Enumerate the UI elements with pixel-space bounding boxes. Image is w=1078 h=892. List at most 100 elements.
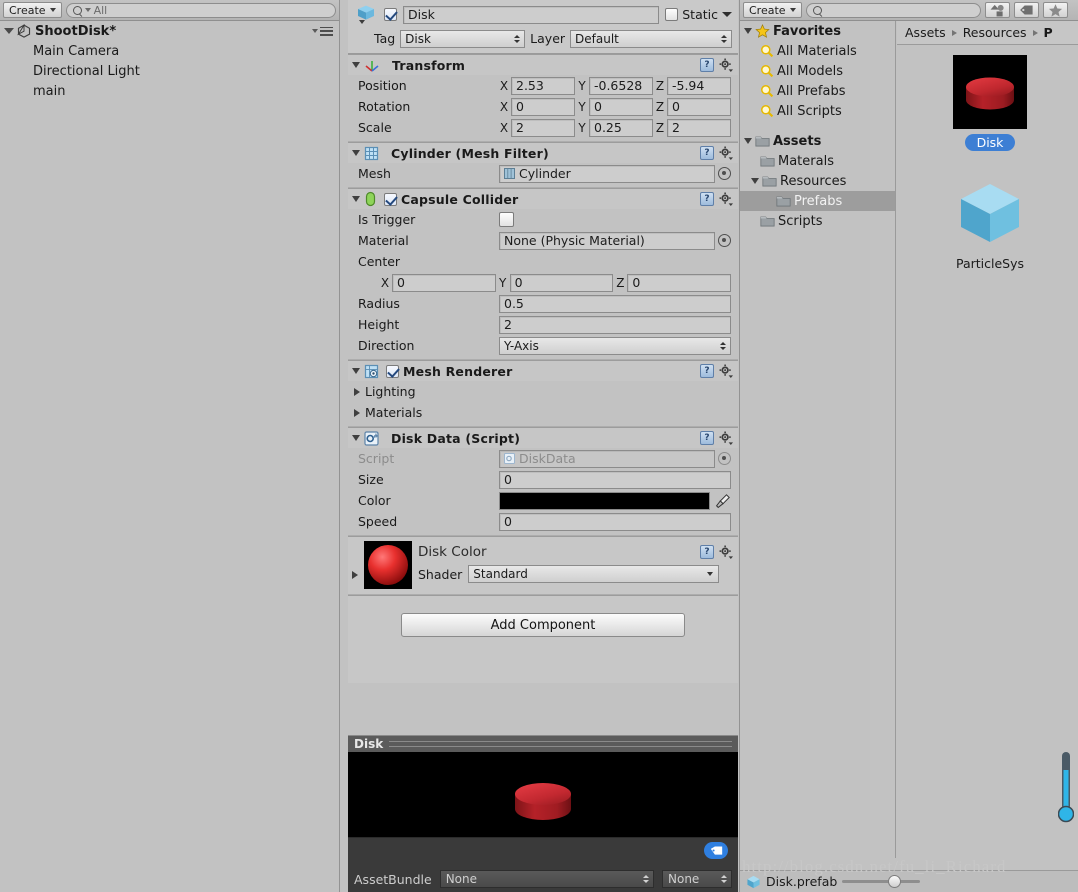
- asset-item-disk[interactable]: Disk: [942, 55, 1038, 151]
- hierarchy-create-button[interactable]: Create: [3, 2, 62, 18]
- tree-item-materals[interactable]: Materals: [740, 151, 895, 171]
- position-x-input[interactable]: 2.53: [511, 76, 575, 95]
- position-y-input[interactable]: -0.6528: [589, 76, 653, 95]
- hierarchy-item-main[interactable]: main: [0, 81, 339, 101]
- rotation-y-input[interactable]: 0: [589, 97, 653, 116]
- project-search-input[interactable]: [805, 2, 981, 18]
- scale-x-input[interactable]: 2: [511, 118, 575, 137]
- filter-by-type-button[interactable]: [984, 2, 1010, 18]
- tag-dropdown[interactable]: Disk: [400, 29, 526, 48]
- breadcrumb-prefabs[interactable]: P: [1044, 25, 1053, 40]
- project-create-button[interactable]: Create: [743, 2, 802, 18]
- gear-icon[interactable]: [719, 431, 733, 445]
- height-input[interactable]: 2: [499, 315, 731, 334]
- static-checkbox[interactable]: [665, 8, 679, 21]
- assetbundle-dropdown[interactable]: None: [439, 870, 654, 888]
- breadcrumb-resources[interactable]: Resources: [963, 25, 1027, 40]
- chevron-down-icon[interactable]: [722, 12, 732, 17]
- capsule-collider-enabled-checkbox[interactable]: [384, 192, 397, 206]
- hierarchy-options-menu[interactable]: [312, 26, 333, 36]
- gameobject-name-input[interactable]: Disk: [403, 5, 660, 24]
- asset-labels-button[interactable]: [704, 842, 728, 859]
- hierarchy-item-directional-light[interactable]: Directional Light: [0, 61, 339, 81]
- hierarchy-scene-row[interactable]: ShootDisk*: [0, 21, 339, 41]
- transform-header[interactable]: Transform ?: [348, 55, 738, 75]
- filter-by-label-button[interactable]: [1013, 2, 1039, 18]
- help-icon[interactable]: ?: [700, 364, 714, 378]
- gear-icon[interactable]: [719, 192, 733, 206]
- center-y-input[interactable]: 0: [509, 273, 614, 292]
- center-z-input[interactable]: 0: [627, 273, 732, 292]
- tree-item-all-materials[interactable]: All Materials: [740, 41, 895, 61]
- object-picker-icon[interactable]: [718, 167, 731, 180]
- layer-dropdown[interactable]: Default: [570, 29, 732, 48]
- tree-item-label: All Materials: [777, 43, 857, 59]
- rotation-x-input[interactable]: 0: [511, 97, 575, 116]
- tree-item-resources[interactable]: Resources: [740, 171, 895, 191]
- tree-item-favorites[interactable]: Favorites: [740, 21, 895, 41]
- hierarchy-item-main-camera[interactable]: Main Camera: [0, 41, 339, 61]
- lighting-foldout[interactable]: Lighting: [348, 381, 738, 402]
- tree-item-all-models[interactable]: All Models: [740, 61, 895, 81]
- gear-icon[interactable]: [719, 146, 733, 160]
- speed-input[interactable]: 0: [499, 512, 731, 531]
- tag-label: Tag: [374, 31, 396, 46]
- chevron-down-icon[interactable]: [352, 368, 360, 374]
- chevron-down-icon[interactable]: [4, 28, 14, 34]
- preview-header[interactable]: Disk: [348, 735, 738, 752]
- color-swatch-field[interactable]: [499, 491, 710, 510]
- hierarchy-search-input[interactable]: All: [65, 2, 336, 18]
- mesh-object-field[interactable]: Cylinder: [499, 164, 715, 183]
- gear-icon[interactable]: [719, 545, 733, 559]
- chevron-down-icon[interactable]: [744, 138, 752, 144]
- chevron-down-icon[interactable]: [352, 62, 360, 68]
- assetbundle-variant-dropdown[interactable]: None: [662, 870, 732, 888]
- mesh-renderer-enabled-checkbox[interactable]: [386, 364, 399, 378]
- size-input[interactable]: 0: [499, 470, 731, 489]
- radius-input[interactable]: 0.5: [499, 294, 731, 313]
- chevron-down-icon[interactable]: [744, 28, 752, 34]
- preview-viewport[interactable]: [348, 752, 738, 837]
- gear-icon[interactable]: [719, 364, 733, 378]
- shader-dropdown[interactable]: Standard: [468, 565, 719, 583]
- preview-resize-grip[interactable]: [389, 741, 732, 747]
- help-icon[interactable]: ?: [700, 545, 714, 559]
- tree-item-prefabs[interactable]: Prefabs: [740, 191, 895, 211]
- gear-icon[interactable]: [719, 58, 733, 72]
- eyedropper-icon[interactable]: [715, 493, 731, 509]
- mesh-filter-header[interactable]: Cylinder (Mesh Filter) ?: [348, 143, 738, 163]
- breadcrumb-assets[interactable]: Assets: [905, 25, 946, 40]
- icon-size-slider[interactable]: [842, 875, 921, 888]
- center-x-input[interactable]: 0: [392, 273, 496, 292]
- chevron-down-icon[interactable]: [352, 150, 360, 156]
- hierarchy-inspector-divider[interactable]: [340, 0, 348, 892]
- mesh-renderer-header[interactable]: Mesh Renderer ?: [348, 361, 738, 381]
- gameobject-active-checkbox[interactable]: [384, 8, 397, 21]
- chevron-down-icon[interactable]: [751, 178, 759, 184]
- materials-foldout[interactable]: Materials: [348, 402, 738, 423]
- scale-z-input[interactable]: 2: [667, 118, 731, 137]
- add-component-button[interactable]: Add Component: [401, 613, 685, 637]
- chevron-down-icon[interactable]: [352, 435, 360, 441]
- disk-data-header[interactable]: # Disk Data (Script) ?: [348, 428, 738, 448]
- tree-item-scripts[interactable]: Scripts: [740, 211, 895, 231]
- chevron-down-icon[interactable]: [352, 196, 360, 202]
- tree-item-assets[interactable]: Assets: [740, 131, 895, 151]
- tree-item-all-scripts[interactable]: All Scripts: [740, 101, 895, 121]
- physic-material-object-field[interactable]: None (Physic Material): [499, 231, 715, 250]
- help-icon[interactable]: ?: [700, 192, 714, 206]
- asset-item-particlesys[interactable]: ParticleSys: [942, 176, 1038, 272]
- is-trigger-checkbox[interactable]: [499, 212, 514, 227]
- scale-y-input[interactable]: 0.25: [589, 118, 653, 137]
- object-picker-icon[interactable]: [718, 234, 731, 247]
- help-icon[interactable]: ?: [700, 146, 714, 160]
- rotation-z-input[interactable]: 0: [667, 97, 731, 116]
- position-z-input[interactable]: -5.94: [667, 76, 731, 95]
- filter-by-favorite-button[interactable]: [1042, 2, 1068, 18]
- direction-dropdown[interactable]: Y-Axis: [499, 336, 731, 355]
- capsule-collider-header[interactable]: Capsule Collider ?: [348, 189, 738, 209]
- help-icon[interactable]: ?: [700, 431, 714, 445]
- chevron-right-icon[interactable]: [352, 571, 358, 579]
- help-icon[interactable]: ?: [700, 58, 714, 72]
- tree-item-all-prefabs[interactable]: All Prefabs: [740, 81, 895, 101]
